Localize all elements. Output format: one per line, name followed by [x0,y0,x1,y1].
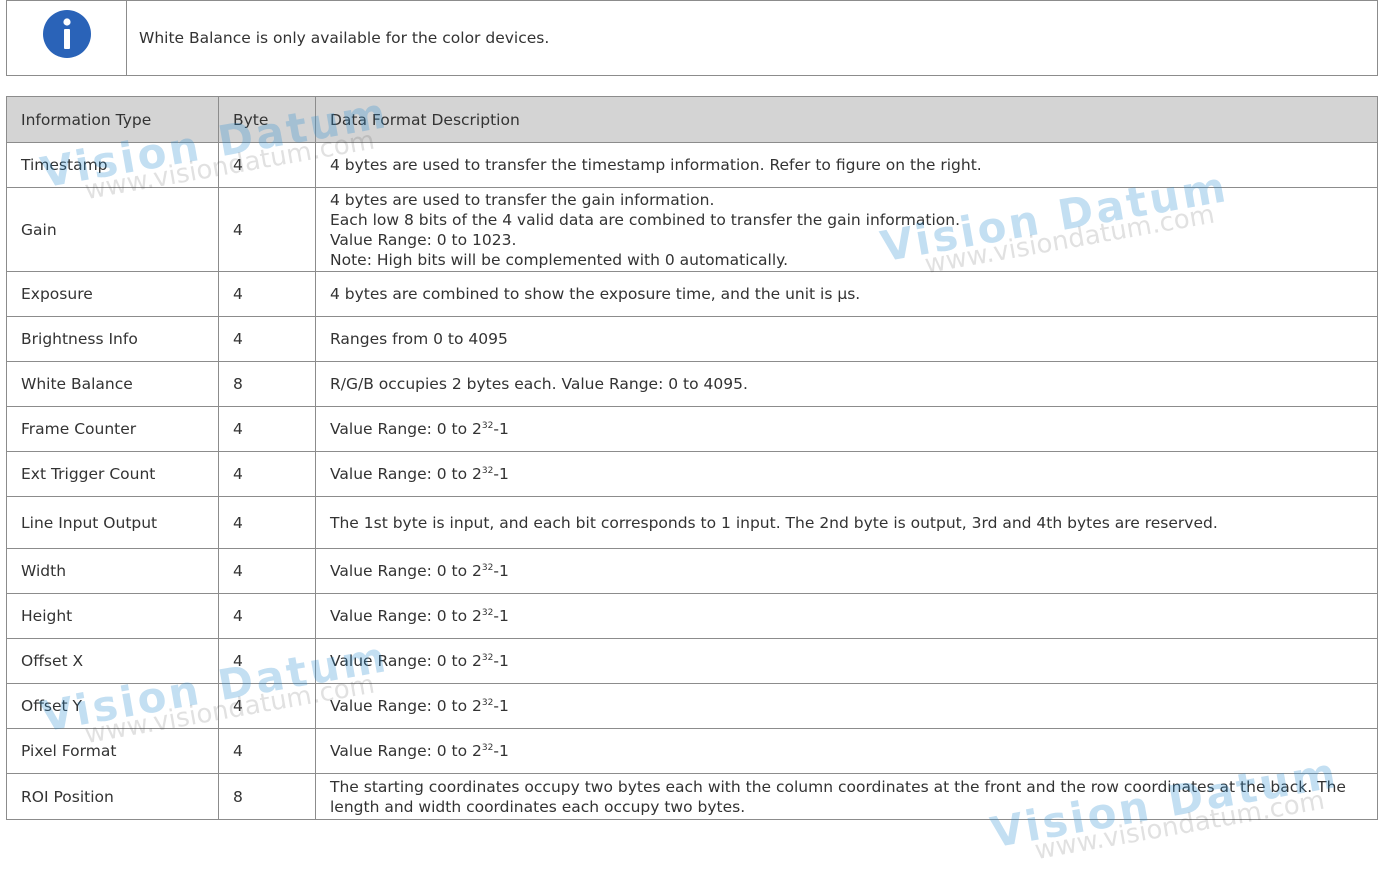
cell-description: Value Range: 0 to 232-1 [315,683,1378,729]
table-row: Offset Y 4 Value Range: 0 to 232-1 [6,683,1378,729]
cell-information-type: ROI Position [6,773,219,820]
cell-description: Value Range: 0 to 232-1 [315,638,1378,684]
value-range-exponent: 32 [481,698,494,708]
cell-byte: 4 [218,316,316,362]
value-range-exponent: 32 [481,743,494,753]
cell-information-type: Offset Y [6,683,219,729]
table-row: Offset X 4 Value Range: 0 to 232-1 [6,638,1378,684]
cell-byte: 4 [218,451,316,497]
table-row: Height 4 Value Range: 0 to 232-1 [6,593,1378,639]
cell-byte: 4 [218,142,316,188]
value-range-exponent: 32 [481,653,494,663]
cell-information-type: Gain [6,187,219,272]
table-row: ROI Position 8 The starting coordinates oc… [6,773,1378,820]
cell-byte: 4 [218,548,316,594]
value-range-prefix: Value Range: 0 to 2 [330,607,482,625]
cell-information-type: Brightness Info [6,316,219,362]
table-header-row: Information Type Byte Data Format Descri… [6,96,1378,143]
description-line: R/G/B occupies 2 bytes each. Value Range… [330,375,748,393]
cell-information-type: Frame Counter [6,406,219,452]
header-byte: Byte [218,96,316,143]
header-data-format-description: Data Format Description [315,96,1378,143]
cell-byte: 4 [218,187,316,272]
table-row: White Balance 8 R/G/B occupies 2 bytes eac… [6,361,1378,407]
cell-description: The 1st byte is input, and each bit corr… [315,496,1378,549]
cell-information-type: White Balance [6,361,219,407]
description-line: 4 bytes are used to transfer the timesta… [330,156,982,174]
cell-information-type: Timestamp [6,142,219,188]
value-range-suffix: -1 [493,742,509,760]
table-row: Ext Trigger Count 4 Value Range: 0 to 232-… [6,451,1378,497]
table-row: Pixel Format 4 Value Range: 0 to 232-1 [6,728,1378,774]
description-line: Each low 8 bits of the 4 valid data are … [330,210,961,229]
cell-information-type: Width [6,548,219,594]
description-line: 4 bytes are used to transfer the gain in… [330,190,715,209]
description-line: The starting coordinates occupy two byte… [330,777,1346,816]
cell-description: 4 bytes are used to transfer the gain in… [315,187,1378,272]
cell-byte: 4 [218,406,316,452]
cell-description: Value Range: 0 to 232-1 [315,451,1378,497]
cell-description: Value Range: 0 to 232-1 [315,406,1378,452]
table-row: Line Input Output 4 The 1st byte is input,… [6,496,1378,549]
cell-information-type: Ext Trigger Count [6,451,219,497]
description-line: Note: High bits will be complemented wit… [330,250,789,269]
cell-byte: 4 [218,496,316,549]
value-range-suffix: -1 [493,562,509,580]
cell-byte: 4 [218,638,316,684]
table-row: Exposure 4 4 bytes are combined to show th… [6,271,1378,317]
note-text: White Balance is only available for the … [139,29,550,47]
description-line: 4 bytes are combined to show the exposur… [330,285,861,303]
description-line: The 1st byte is input, and each bit corr… [330,513,1218,532]
table-row: Gain 4 4 bytes are used to transfer the ga… [6,187,1378,272]
table-row: Brightness Info 4 Ranges from 0 to 4095 [6,316,1378,362]
table-row: Frame Counter 4 Value Range: 0 to 232-1 [6,406,1378,452]
cell-byte: 8 [218,361,316,407]
table-body: Timestamp 4 4 bytes are used to transfer t… [6,142,1378,820]
cell-information-type: Height [6,593,219,639]
value-range-prefix: Value Range: 0 to 2 [330,697,482,715]
cell-byte: 8 [218,773,316,820]
information-table: Information Type Byte Data Format Descri… [6,96,1378,820]
value-range-suffix: -1 [493,465,509,483]
cell-description: 4 bytes are combined to show the exposur… [315,271,1378,317]
value-range-exponent: 32 [481,608,494,618]
cell-description: R/G/B occupies 2 bytes each. Value Range… [315,361,1378,407]
header-information-type: Information Type [6,96,219,143]
cell-information-type: Offset X [6,638,219,684]
value-range-prefix: Value Range: 0 to 2 [330,562,482,580]
cell-information-type: Pixel Format [6,728,219,774]
value-range-exponent: 32 [481,466,494,476]
cell-description: Ranges from 0 to 4095 [315,316,1378,362]
cell-information-type: Exposure [6,271,219,317]
value-range-exponent: 32 [481,421,494,431]
value-range-suffix: -1 [493,697,509,715]
cell-description: The starting coordinates occupy two byte… [315,773,1378,820]
value-range-suffix: -1 [493,607,509,625]
table-row: Timestamp 4 4 bytes are used to transfer t… [6,142,1378,188]
cell-byte: 4 [218,593,316,639]
value-range-prefix: Value Range: 0 to 2 [330,742,482,760]
value-range-exponent: 32 [481,563,494,573]
table-row: Width 4 Value Range: 0 to 232-1 [6,548,1378,594]
cell-byte: 4 [218,683,316,729]
cell-byte: 4 [218,728,316,774]
description-line: Ranges from 0 to 4095 [330,330,508,348]
value-range-prefix: Value Range: 0 to 2 [330,420,482,438]
value-range-prefix: Value Range: 0 to 2 [330,465,482,483]
cell-information-type: Line Input Output [6,496,219,549]
value-range-suffix: -1 [493,420,509,438]
value-range-prefix: Value Range: 0 to 2 [330,652,482,670]
cell-description: Value Range: 0 to 232-1 [315,593,1378,639]
note-icon-cell [7,1,127,75]
cell-description: 4 bytes are used to transfer the timesta… [315,142,1378,188]
info-icon [42,10,91,58]
note-box: White Balance is only available for the … [6,0,1378,76]
cell-description: Value Range: 0 to 232-1 [315,548,1378,594]
value-range-suffix: -1 [493,652,509,670]
cell-byte: 4 [218,271,316,317]
cell-description: Value Range: 0 to 232-1 [315,728,1378,774]
description-line: Value Range: 0 to 1023. [330,230,517,249]
